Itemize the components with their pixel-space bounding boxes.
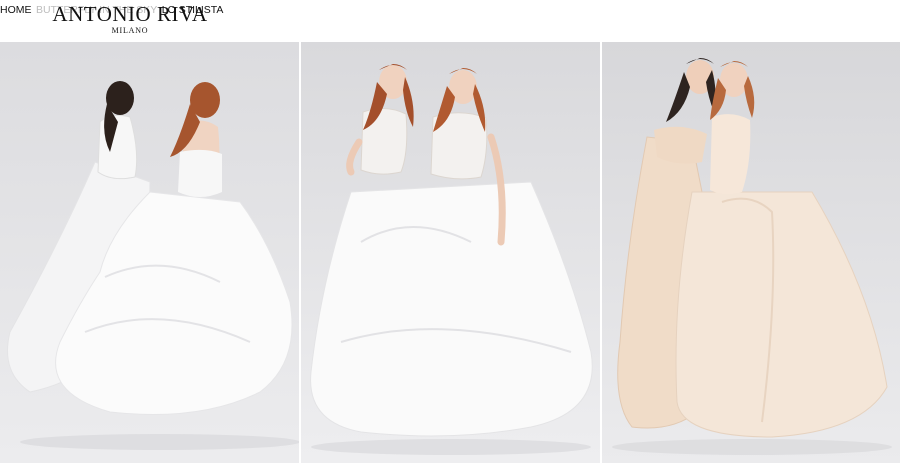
bridal-photo-champagne-gowns: [602, 42, 900, 463]
gallery-image-2[interactable]: [301, 42, 600, 463]
hero-gallery: [0, 42, 900, 463]
brand-logo[interactable]: ANTONIO RIVA MILANO: [45, 3, 215, 35]
gallery-image-3[interactable]: [602, 42, 900, 463]
gallery-image-1[interactable]: [0, 42, 299, 463]
brand-name: ANTONIO RIVA: [52, 2, 208, 26]
bridal-photo-front-view: [301, 42, 600, 463]
brand-city: MILANO: [111, 26, 149, 35]
bridal-photo-back-view: [0, 42, 299, 463]
site-header: ANTONIO RIVA MILANO HOME BUTTERFLY IN TH…: [0, 0, 900, 42]
nav-home[interactable]: HOME: [0, 4, 32, 16]
